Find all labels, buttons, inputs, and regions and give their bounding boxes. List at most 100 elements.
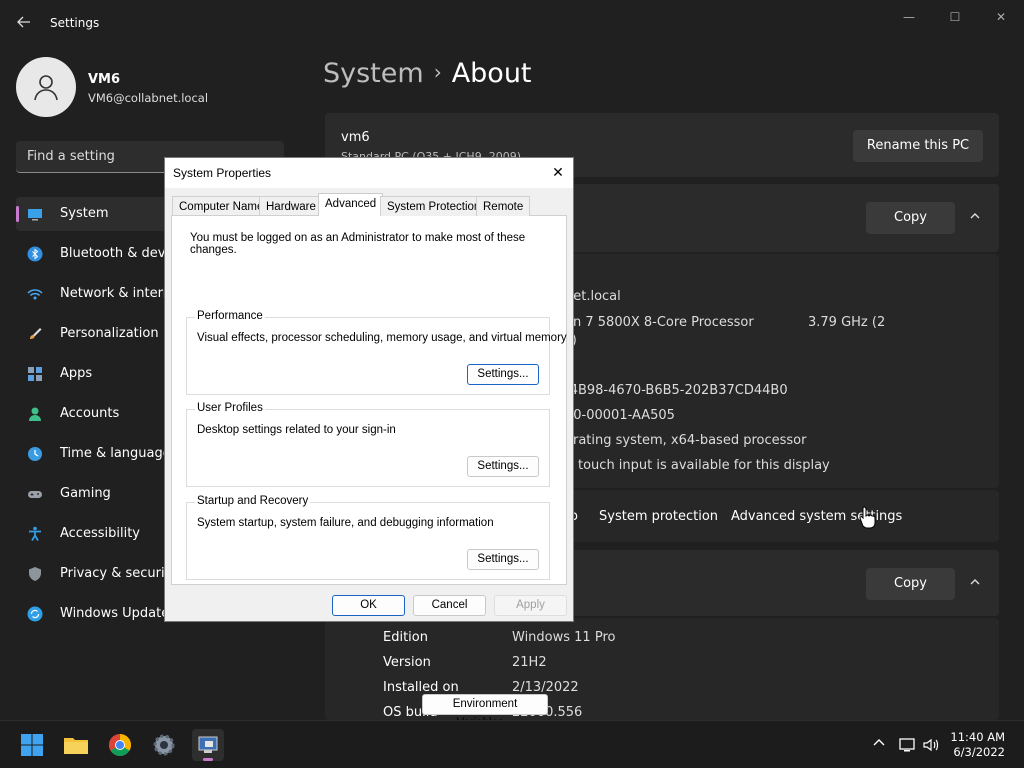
start-button[interactable] <box>16 729 48 761</box>
volume-icon[interactable] <box>922 736 940 754</box>
sidebar-item-label: Privacy & securit <box>60 566 170 581</box>
spec-product-id: 00-00001-AA505 <box>565 408 675 423</box>
sync-icon <box>27 606 43 622</box>
windows-spec-label: Edition <box>383 630 428 645</box>
windows-spec-label: Installed on <box>383 680 459 695</box>
cancel-button[interactable]: Cancel <box>413 595 486 616</box>
spec-device-id: -4B98-4670-B6B5-202B37CD44B0 <box>565 383 788 398</box>
taskbar: 11:40 AM 6/3/2022 <box>0 720 1024 768</box>
user-name: VM6 <box>88 72 121 87</box>
sidebar-item-label: Bluetooth & devi <box>60 246 170 261</box>
file-explorer-button[interactable] <box>60 729 92 761</box>
minimize-button[interactable]: — <box>894 8 924 26</box>
windows-spec-value: 2/13/2022 <box>512 680 579 695</box>
monitor-icon <box>28 209 42 221</box>
clock[interactable]: 11:40 AM 6/3/2022 <box>950 730 1005 760</box>
copy-device-specs-button[interactable]: Copy <box>866 202 955 234</box>
brush-icon <box>30 328 42 339</box>
clock-date: 6/3/2022 <box>953 745 1005 759</box>
admin-note: You must be logged on as an Administrato… <box>190 232 526 256</box>
gear-icon <box>153 734 175 756</box>
windows-spec-value: Windows 11 Pro <box>512 630 616 645</box>
hand-cursor-icon <box>859 505 877 533</box>
breadcrumb-parent[interactable]: System <box>323 58 424 89</box>
spec-pen-touch: touch input is available for this displa… <box>578 458 830 473</box>
system-protection-link[interactable]: System protection <box>599 509 718 524</box>
person-icon <box>29 407 41 421</box>
globe-clock-icon <box>28 447 42 461</box>
search-placeholder: Find a setting <box>27 149 115 164</box>
sidebar-item-label: Apps <box>60 366 93 381</box>
bluetooth-icon <box>27 246 43 262</box>
sidebar-item-label: System <box>60 206 109 221</box>
breadcrumb-current: About <box>451 58 532 89</box>
user-email: VM6@collabnet.local <box>88 91 209 105</box>
user-profiles-desc: Desktop settings related to your sign-in <box>197 424 396 436</box>
chrome-icon <box>109 734 131 756</box>
settings-button[interactable] <box>148 729 180 761</box>
ok-button[interactable]: OK <box>332 595 405 616</box>
user-profiles-group: User Profiles Desktop settings related t… <box>186 402 550 487</box>
close-window-button[interactable]: ✕ <box>986 8 1016 26</box>
wifi-icon <box>27 289 43 300</box>
copy-windows-specs-button[interactable]: Copy <box>866 568 955 600</box>
chrome-button[interactable] <box>104 729 136 761</box>
tab-hardware[interactable]: Hardware <box>259 196 323 216</box>
startup-recovery-settings-button[interactable]: Settings... <box>467 549 539 570</box>
sidebar-item-label: Accessibility <box>60 526 140 541</box>
avatar[interactable] <box>16 57 76 117</box>
windows-spec-label: Version <box>383 655 431 670</box>
performance-desc: Visual effects, processor scheduling, me… <box>197 332 567 344</box>
startup-recovery-desc: System startup, system failure, and debu… <box>197 517 494 529</box>
maximize-button[interactable]: ☐ <box>940 8 970 26</box>
person-icon <box>34 75 58 101</box>
sidebar-item-label: Personalization <box>60 326 159 341</box>
dialog-titlebar[interactable]: System Properties ✕ <box>165 158 573 188</box>
dialog-close-button[interactable]: ✕ <box>543 158 573 188</box>
sidebar-item-label: Network & intern <box>60 286 171 301</box>
folder-icon <box>64 738 88 754</box>
user-profiles-title: User Profiles <box>195 402 265 414</box>
apps-icon <box>28 367 42 381</box>
gamepad-icon <box>28 491 42 498</box>
selected-indicator <box>16 206 19 222</box>
page-title: System › About <box>323 58 532 89</box>
dialog-title: System Properties <box>173 166 272 180</box>
environment-variables-button[interactable]: Environment Variables... <box>422 694 548 729</box>
performance-group: Performance Visual effects, processor sc… <box>186 310 567 395</box>
tab-advanced[interactable]: Advanced <box>318 193 384 216</box>
sidebar-item-label: Time & language <box>60 446 171 461</box>
active-indicator <box>203 758 213 761</box>
sidebar-item-label: Gaming <box>60 486 111 501</box>
user-profiles-settings-button[interactable]: Settings... <box>467 456 539 477</box>
apply-button: Apply <box>494 595 567 616</box>
windows-logo-icon <box>21 734 43 756</box>
clock-time: 11:40 AM <box>950 730 1005 744</box>
tab-computer-name[interactable]: Computer Name <box>172 196 271 216</box>
app-title: Settings <box>50 16 100 30</box>
startup-recovery-title: Startup and Recovery <box>195 495 311 507</box>
advanced-tab-panel: You must be logged on as an Administrato… <box>171 215 567 729</box>
collapse-windows-specs-icon[interactable] <box>961 570 989 598</box>
accessibility-icon <box>29 526 41 541</box>
back-arrow-icon[interactable] <box>14 14 34 34</box>
collapse-device-specs-icon[interactable] <box>961 204 989 232</box>
rename-pc-button[interactable]: Rename this PC <box>853 130 983 162</box>
spec-processor-speed: 3.79 GHz (2 <box>808 315 886 330</box>
sidebar-item-label: Windows Update <box>60 606 170 621</box>
performance-settings-button[interactable]: Settings... <box>467 364 539 385</box>
spec-system-type: erating system, x64-based processor <box>565 433 807 448</box>
show-hidden-icons-button[interactable] <box>870 736 888 754</box>
windows-spec-value: 21H2 <box>512 655 547 670</box>
tab-system-protection[interactable]: System Protection <box>380 196 488 216</box>
system-properties-icon <box>198 736 218 753</box>
network-icon[interactable] <box>898 736 916 754</box>
chevron-right-icon: › <box>433 60 442 84</box>
system-properties-taskbar-button[interactable] <box>192 729 224 761</box>
system-properties-dialog: System Properties ✕ Computer Name Hardwa… <box>164 157 574 729</box>
spec-processor: en 7 5800X 8-Core Processor <box>565 315 754 330</box>
performance-title: Performance <box>195 310 265 322</box>
shield-icon <box>29 567 41 581</box>
tab-remote[interactable]: Remote <box>476 196 531 216</box>
startup-recovery-group: Startup and Recovery System startup, sys… <box>186 495 550 580</box>
